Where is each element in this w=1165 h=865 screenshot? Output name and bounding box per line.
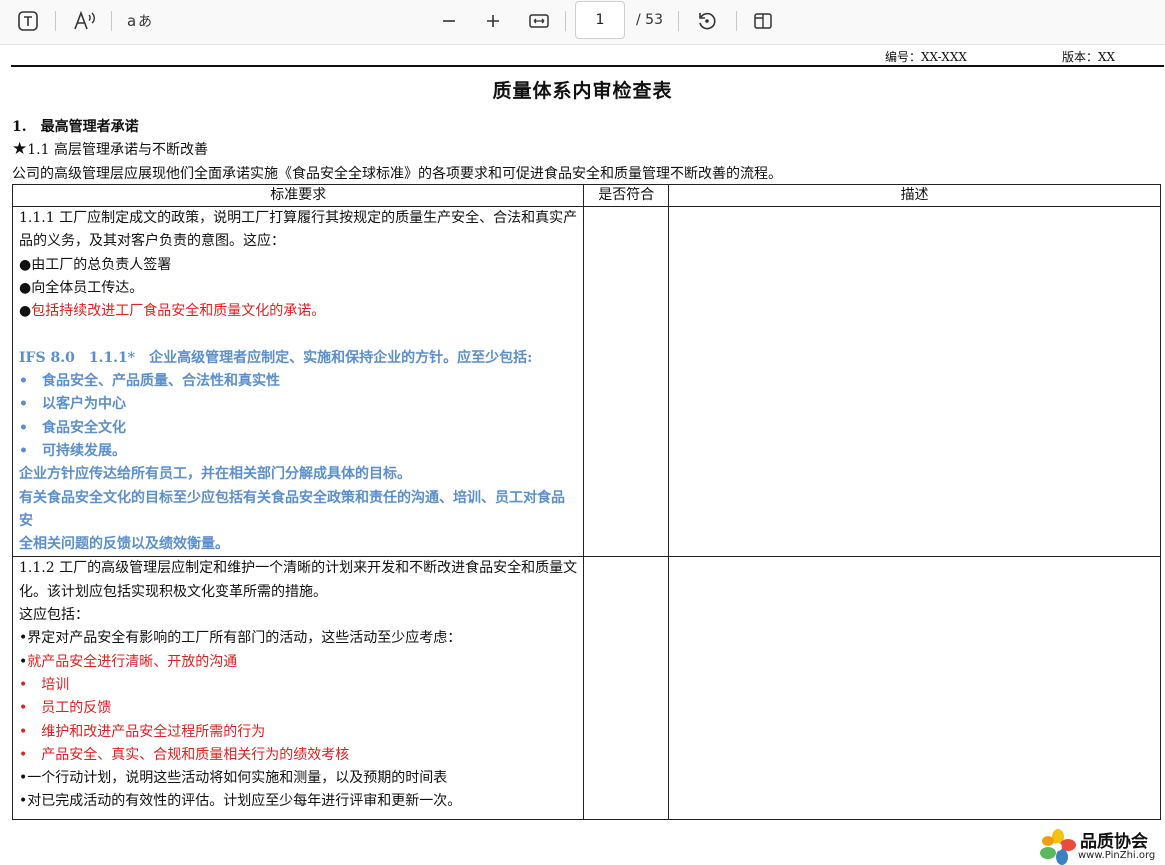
requirement-line: 有关食品安全文化的目标至少应包括有关食品安全政策和责任的沟通、培训、员工对食品安 [19, 489, 565, 529]
pdf-toolbar: aあ 1 / 53 [0, 0, 1165, 45]
rotate-icon[interactable] [695, 8, 719, 34]
fit-width-icon[interactable] [527, 8, 551, 34]
requirement-line: 企业方针应传达给所有员工，并在相关部门分解成具体的目标。 [19, 466, 411, 483]
header-compliance: 是否符合 [583, 184, 670, 207]
svg-text:あ: あ [138, 14, 152, 30]
requirement-line: 这应包括： [19, 607, 89, 624]
header-rule [11, 65, 1164, 67]
zoom-in-icon[interactable] [482, 8, 504, 34]
requirement-line [19, 323, 577, 346]
doc-code: 编号：XX-XXX [885, 50, 967, 64]
requirement-line: • 食品安全文化 [19, 419, 126, 436]
requirement-line: ●向全体员工传达。 [19, 279, 144, 296]
requirement-line: • 食品安全、产品质量、合法性和真实性 [19, 373, 280, 390]
document-page: 编号：XX-XXX 版本：XX 质量体系内审检查表 1. 最高管理者承诺 ★1.… [0, 45, 1165, 865]
page-number-input[interactable]: 1 [575, 1, 625, 39]
requirement-line: 1.1.2 工厂的高级管理层应制定和维护一个清晰的计划来开发和不断改进食品安全和… [19, 560, 578, 600]
table-header-row: 标准要求 是否符合 描述 [11, 184, 1161, 207]
doc-version: 版本：XX [1062, 50, 1116, 64]
star-icon: ★ [12, 139, 28, 159]
audit-table: 标准要求 是否符合 描述 1.1.1 工厂应制定成文的政策，说明工厂打算履行其按… [11, 184, 1161, 821]
requirement-line: •对已完成活动的有效性的评估。计划应至少每年进行评审和更新一次。 [19, 793, 462, 810]
read-aloud-icon[interactable] [72, 8, 98, 34]
description-cell-2[interactable] [668, 556, 1161, 821]
requirement-line: • 产品安全、真实、合规和质量相关行为的绩效考核 [19, 746, 350, 763]
zoom-out-icon[interactable] [438, 8, 460, 34]
requirement-line: • 以客户为中心 [19, 396, 126, 413]
requirement-line: • 员工的反馈 [19, 700, 112, 717]
requirement-line: •一个行动计划，说明这些活动将如何实施和测量，以及预期的时间表 [19, 770, 448, 787]
requirement-line: IFS 8.0 1.1.1* 企业高级管理者应制定、实施和保持企业的方针。应至少… [19, 349, 533, 366]
header-requirement: 标准要求 [11, 184, 585, 207]
flower-logo-icon [1040, 829, 1076, 865]
requirement-line: ●由工厂的总负责人签署 [19, 256, 172, 273]
watermark-title: 品质协会 [1080, 832, 1148, 852]
section-heading: 1. 最高管理者承诺 [12, 119, 139, 135]
requirement-line: 全相关问题的反馈以及绩效衡量。 [19, 536, 229, 553]
requirement-cell-2: 1.1.2 工厂的高级管理层应制定和维护一个清晰的计划来开发和不断改进食品安全和… [11, 556, 585, 821]
doc-title: 质量体系内审检查表 [492, 80, 673, 102]
svg-text:a: a [127, 12, 136, 30]
description-cell-1[interactable] [668, 205, 1161, 558]
header-description: 描述 [668, 184, 1161, 207]
requirement-line: • 培训 [19, 676, 70, 693]
section-intro: 公司的高级管理层应展现他们全面承诺实施《食品安全全球标准》的各项要求和可促进食品… [12, 166, 782, 182]
requirement-line: •界定对产品安全有影响的工厂所有部门的活动，这些活动至少应考虑： [19, 630, 462, 647]
requirement-line: •就产品安全进行清晰、开放的沟通 [19, 653, 238, 670]
table-row: 1.1.2 工厂的高级管理层应制定和维护一个清晰的计划来开发和不断改进食品安全和… [11, 556, 1161, 821]
watermark-logo: 品质协会 www.PinZhi.org [1040, 827, 1162, 865]
page-view-icon[interactable] [751, 8, 775, 34]
compliance-cell-1[interactable] [583, 205, 670, 558]
requirement-line: • 可持续发展。 [19, 442, 126, 459]
watermark-url: www.PinZhi.org [1078, 850, 1156, 861]
requirement-line: 1.1.1 工厂应制定成文的政策，说明工厂打算履行其按规定的质量生产安全、合法和… [19, 210, 578, 250]
subsection-heading: ★1.1 高层管理承诺与不断改善 [12, 139, 208, 159]
page-total: / 53 [636, 12, 663, 28]
compliance-cell-2[interactable] [583, 556, 670, 821]
requirement-line: ●包括持续改进工厂食品安全和质量文化的承诺。 [19, 303, 326, 320]
text-box-icon[interactable] [16, 8, 40, 34]
requirement-line: • 维护和改进产品安全过程所需的行为 [19, 723, 266, 740]
requirement-cell-1: 1.1.1 工厂应制定成文的政策，说明工厂打算履行其按规定的质量生产安全、合法和… [11, 205, 585, 558]
translate-icon[interactable]: aあ [126, 8, 154, 34]
table-row: 1.1.1 工厂应制定成文的政策，说明工厂打算履行其按规定的质量生产安全、合法和… [11, 205, 1161, 558]
